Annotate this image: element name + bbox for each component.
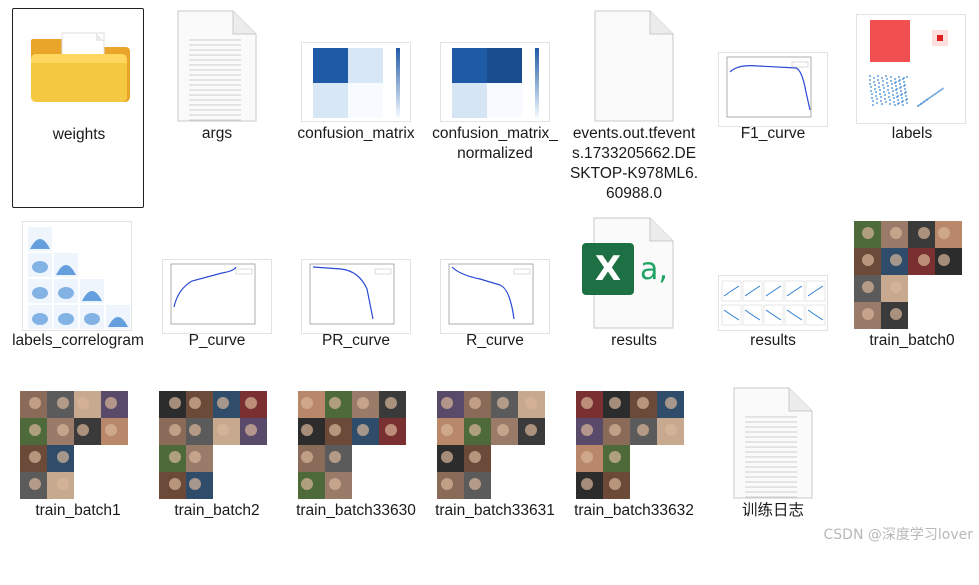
file-thumbnail — [568, 8, 700, 122]
file-label: results — [750, 332, 796, 349]
file-thumbnail — [12, 215, 144, 331]
file-item-confusion-matrix-normalized[interactable]: confusion_matrix_normalized — [429, 8, 561, 208]
confusion-matrix-thumbnail — [301, 42, 411, 127]
file-label: train_batch33630 — [296, 502, 416, 519]
file-item-weights[interactable]: weights — [12, 8, 144, 208]
file-item-train-batch33630[interactable]: train_batch33630 — [290, 385, 422, 585]
file-label: train_batch33632 — [574, 502, 694, 519]
watermark: CSDN @深度学习lover — [823, 527, 973, 543]
text-file-icon — [177, 10, 257, 127]
file-thumbnail — [151, 385, 283, 499]
file-icon — [594, 10, 674, 127]
excel-icon: X a, — [580, 217, 680, 334]
curve-chart-thumbnail — [301, 259, 411, 339]
file-thumbnail — [846, 8, 978, 124]
file-label: train_batch2 — [174, 502, 260, 519]
file-thumbnail — [13, 9, 145, 119]
file-label: train_batch0 — [869, 332, 955, 349]
correlogram-thumbnail — [22, 221, 132, 336]
file-item-labels[interactable]: labels — [846, 8, 978, 208]
file-label: 训练日志 — [741, 502, 804, 519]
file-thumbnail — [429, 385, 561, 499]
file-label: F1_curve — [740, 125, 806, 142]
file-thumbnail — [290, 215, 422, 334]
folder-icon — [24, 19, 134, 114]
confusion-matrix-thumbnail — [440, 42, 550, 127]
file-thumbnail — [707, 8, 839, 127]
file-item-train-batch2[interactable]: train_batch2 — [151, 385, 283, 585]
image-mosaic-thumbnail — [854, 221, 962, 334]
file-label: weights — [52, 126, 106, 143]
file-label: events.out.tfevents.1733205662.DESKTOP-K… — [569, 125, 699, 202]
file-label: labels — [891, 125, 933, 142]
file-item-args[interactable]: args — [151, 8, 283, 208]
file-label: confusion_matrix_normalized — [432, 125, 558, 162]
file-thumbnail — [846, 215, 978, 329]
file-item-train-batch33632[interactable]: train_batch33632 — [568, 385, 700, 585]
labels-chart-thumbnail — [856, 14, 966, 129]
curve-chart-thumbnail — [440, 259, 550, 339]
file-item-training-log[interactable]: 训练日志 — [707, 385, 839, 585]
file-thumbnail — [707, 385, 839, 503]
curve-chart-thumbnail — [162, 259, 272, 339]
file-item-train-batch33631[interactable]: train_batch33631 — [429, 385, 561, 585]
file-thumbnail — [151, 215, 283, 334]
results-chart-grid-thumbnail — [718, 275, 828, 336]
image-mosaic-thumbnail — [159, 391, 267, 504]
file-thumbnail — [290, 385, 422, 499]
file-thumbnail — [429, 215, 561, 334]
file-thumbnail — [568, 385, 700, 499]
file-label: PR_curve — [321, 332, 391, 349]
file-item-train-batch0[interactable]: train_batch0 — [846, 215, 978, 415]
svg-text:X: X — [595, 249, 621, 289]
file-label: R_curve — [466, 332, 524, 349]
file-thumbnail — [290, 8, 422, 122]
file-label: confusion_matrix — [297, 125, 415, 142]
file-item-confusion-matrix[interactable]: confusion_matrix — [290, 8, 422, 208]
file-label: P_curve — [188, 332, 246, 349]
file-label: results — [611, 332, 657, 349]
file-thumbnail — [151, 8, 283, 126]
file-item-events[interactable]: events.out.tfevents.1733205662.DESKTOP-K… — [568, 8, 700, 208]
file-item-f1-curve[interactable]: F1_curve — [707, 8, 839, 208]
file-label: args — [201, 125, 233, 142]
file-label: train_batch1 — [35, 502, 121, 519]
image-mosaic-thumbnail — [20, 391, 128, 504]
image-mosaic-thumbnail — [437, 391, 545, 504]
curve-chart-thumbnail — [718, 52, 828, 132]
file-thumbnail — [12, 385, 144, 499]
file-label: labels_correlogram — [12, 332, 144, 349]
svg-text:a,: a, — [640, 252, 668, 287]
image-mosaic-thumbnail — [298, 391, 406, 504]
file-item-train-batch1[interactable]: train_batch1 — [12, 385, 144, 585]
file-thumbnail: X a, — [568, 215, 700, 329]
image-mosaic-thumbnail — [576, 391, 684, 504]
file-thumbnail — [707, 215, 839, 331]
file-label: train_batch33631 — [435, 502, 555, 519]
file-thumbnail — [429, 8, 561, 122]
text-file-icon — [733, 387, 813, 504]
